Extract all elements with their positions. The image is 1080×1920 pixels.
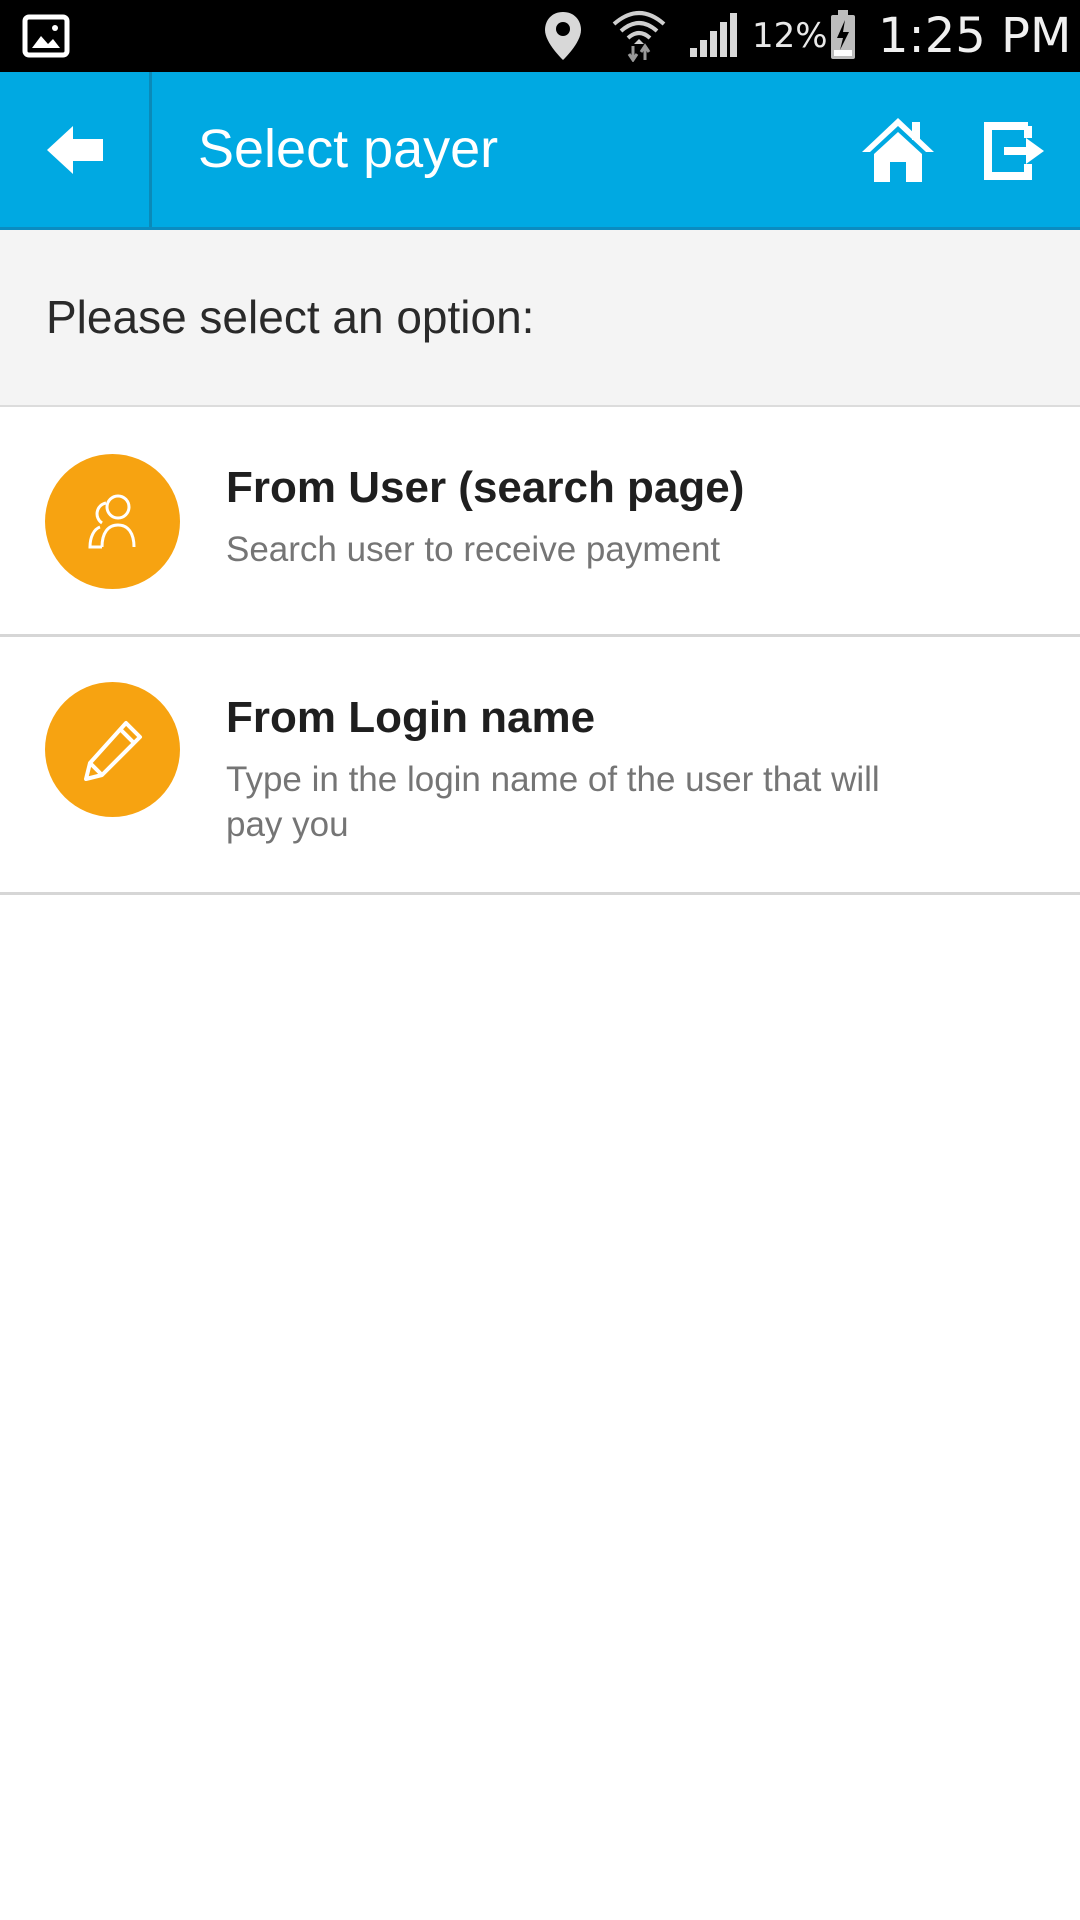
wifi-icon (610, 8, 668, 63)
arrow-left-icon (46, 125, 103, 174)
option-from-login-name[interactable]: From Login name Type in the login name o… (0, 637, 1080, 895)
back-button[interactable] (0, 72, 152, 227)
logout-button[interactable] (982, 116, 1052, 186)
option-title: From Login name (226, 693, 596, 742)
prompt-section: Please select an option: (0, 230, 1080, 407)
signal-icon (688, 12, 740, 58)
home-icon (862, 118, 934, 182)
battery-percent: 12% (752, 16, 828, 56)
location-icon (540, 10, 586, 62)
battery-charging-icon (830, 10, 856, 60)
option-description: Search user to receive payment (226, 530, 721, 569)
page-title: Select payer (198, 119, 499, 179)
option-description: Type in the login name of the user that … (226, 760, 880, 844)
gallery-icon (22, 14, 70, 58)
app-bar: Select payer (0, 72, 1080, 230)
users-icon (45, 454, 180, 589)
option-from-user[interactable]: From User (search page) Search user to r… (0, 407, 1080, 637)
status-bar: 12% 1:25 PM (0, 0, 1080, 72)
prompt-text: Please select an option: (46, 291, 535, 343)
logout-icon (984, 122, 1044, 180)
home-button[interactable] (860, 112, 936, 188)
status-time: 1:25 PM (878, 8, 1072, 64)
pencil-icon (45, 682, 180, 817)
option-title: From User (search page) (226, 463, 745, 512)
